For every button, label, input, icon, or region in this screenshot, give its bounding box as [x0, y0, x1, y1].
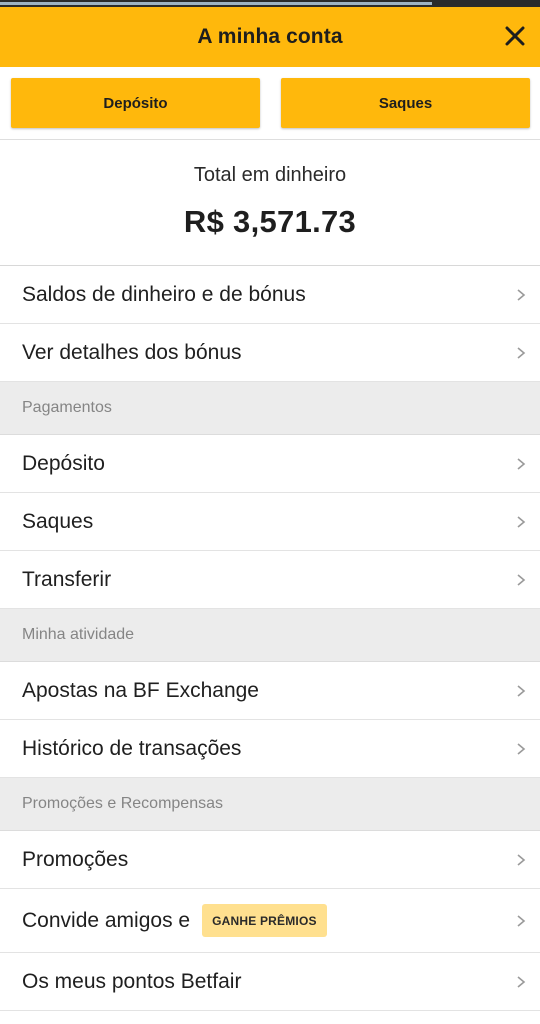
menu-item-label: Histórico de transações — [22, 736, 242, 760]
withdraw-button[interactable]: Saques — [281, 78, 530, 128]
menu-item-promotions[interactable]: Promoções — [0, 831, 540, 889]
menu-item-label: Depósito — [22, 451, 105, 475]
menu-item-label: Saldos de dinheiro e de bónus — [22, 282, 306, 306]
chevron-right-icon — [516, 457, 526, 471]
menu-item-label: Convide amigos e — [22, 908, 191, 932]
menu-item-label: Apostas na BF Exchange — [22, 678, 259, 702]
menu-item-balances[interactable]: Saldos de dinheiro e de bónus — [0, 266, 540, 324]
chevron-right-icon — [516, 684, 526, 698]
rewards-badge: GANHE PRÊMIOS — [202, 904, 327, 937]
chevron-right-icon — [516, 346, 526, 360]
page-title: A minha conta — [197, 25, 343, 48]
menu-item-deposit[interactable]: Depósito — [0, 435, 540, 493]
menu-item-transfer[interactable]: Transferir — [0, 551, 540, 609]
progress-bar — [0, 2, 432, 5]
section-header-payments: Pagamentos — [0, 382, 540, 435]
section-header-promotions: Promoções e Recompensas — [0, 778, 540, 831]
menu-item-label: Ver detalhes dos bónus — [22, 340, 242, 364]
menu-item-label: Promoções — [22, 847, 129, 871]
deposit-button[interactable]: Depósito — [11, 78, 260, 128]
chevron-right-icon — [516, 853, 526, 867]
menu-item-transaction-history[interactable]: Histórico de transações — [0, 720, 540, 778]
menu-item-exchange-bets[interactable]: Apostas na BF Exchange — [0, 662, 540, 720]
balance-value: R$ 3,571.73 — [183, 204, 357, 239]
menu-item-invite-friends[interactable]: Convide amigos e GANHE PRÊMIOS — [0, 889, 540, 953]
chevron-right-icon — [516, 288, 526, 302]
menu-item-bonus-details[interactable]: Ver detalhes dos bónus — [0, 324, 540, 382]
section-title: Pagamentos — [22, 399, 112, 416]
action-bar: Depósito Saques — [0, 67, 540, 140]
close-button[interactable] — [500, 21, 530, 51]
chevron-right-icon — [516, 515, 526, 529]
section-title: Promoções e Recompensas — [22, 795, 223, 812]
menu-item-label: Transferir — [22, 567, 112, 591]
menu-item-label: Os meus pontos Betfair — [22, 969, 242, 993]
chevron-right-icon — [516, 742, 526, 756]
section-header-activity: Minha atividade — [0, 609, 540, 662]
balance-label: Total em dinheiro — [193, 164, 347, 186]
app-header: A minha conta — [0, 7, 540, 67]
close-icon — [505, 26, 525, 46]
account-menu: Saldos de dinheiro e de bónus Ver detalh… — [0, 266, 540, 1011]
menu-item-label: Saques — [22, 509, 94, 533]
chevron-right-icon — [516, 975, 526, 989]
section-title: Minha atividade — [22, 626, 135, 643]
menu-item-withdraw[interactable]: Saques — [0, 493, 540, 551]
status-strip — [0, 0, 540, 7]
chevron-right-icon — [516, 573, 526, 587]
menu-item-betfair-points[interactable]: Os meus pontos Betfair — [0, 953, 540, 1011]
balance-panel: Total em dinheiro R$ 3,571.73 — [0, 140, 540, 266]
chevron-right-icon — [516, 914, 526, 928]
